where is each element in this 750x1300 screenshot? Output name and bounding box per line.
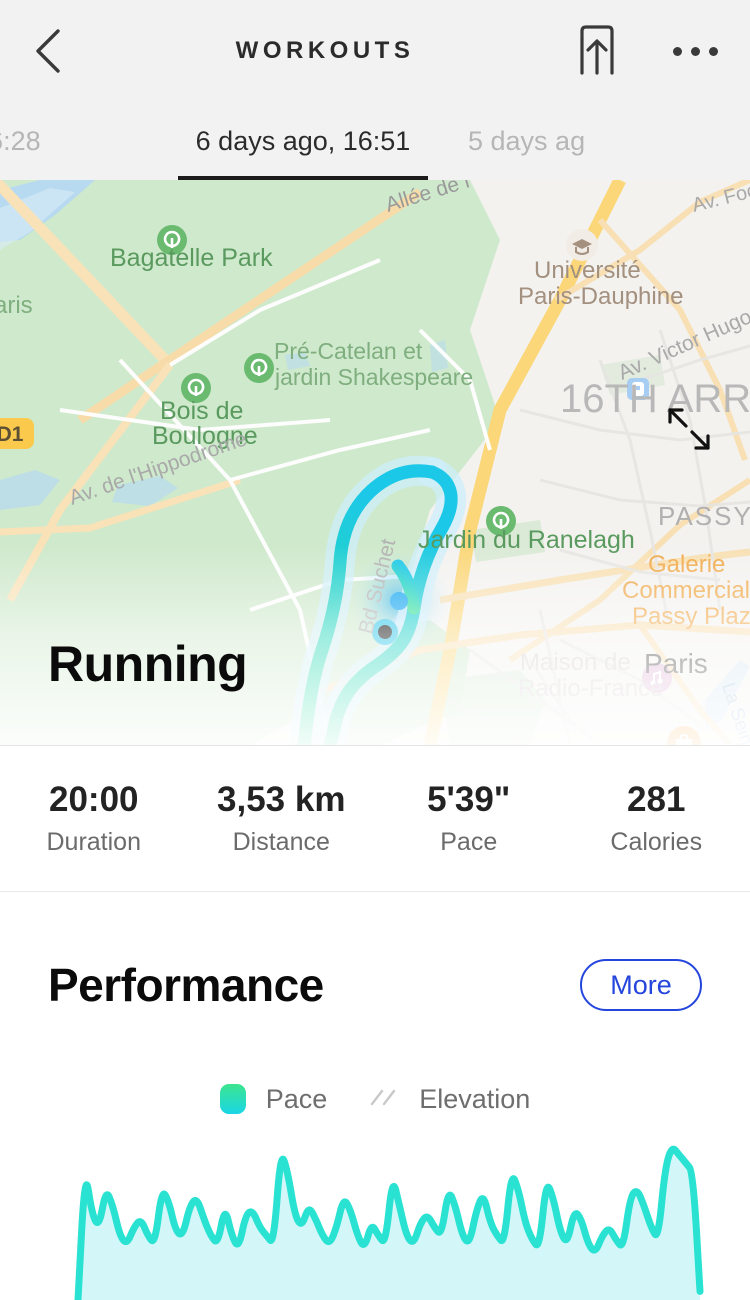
- legend-item-pace[interactable]: Pace: [219, 1083, 328, 1115]
- page-title: WORKOUTS: [235, 37, 415, 64]
- gps-marker-dot: [378, 625, 392, 639]
- workout-date-tabs: go, 16:28 6 days ago, 16:51 5 days ag: [0, 102, 750, 180]
- road-badge-d1: D1: [0, 418, 34, 449]
- map-label-radio-2: Radio-France: [518, 675, 663, 702]
- more-horizontal-icon: [690, 46, 700, 56]
- tab-previous-workout[interactable]: go, 16:28: [0, 102, 178, 180]
- map-label-galerie-1: Galerie: [648, 551, 725, 578]
- stat-label: Pace: [440, 828, 498, 857]
- map-label-paris: Paris: [644, 648, 708, 679]
- stat-value: 3,53 km: [217, 779, 346, 819]
- stat-duration: 20:00 Duration: [0, 780, 188, 857]
- map-label-precatelan-1: Pré-Catelan et: [274, 338, 423, 364]
- performance-chart[interactable]: [0, 1123, 750, 1300]
- share-up-icon: [580, 25, 614, 75]
- map-label-galerie-2: Commerciale: [622, 577, 750, 604]
- stat-pace: 5'39" Pace: [375, 780, 563, 857]
- more-button[interactable]: More: [580, 959, 702, 1011]
- gps-position-dot: [390, 592, 408, 610]
- back-button[interactable]: [0, 0, 96, 102]
- map-label-paris-park: aris: [0, 292, 33, 319]
- stat-value: 20:00: [48, 779, 139, 819]
- stat-value: 5'39": [427, 779, 511, 819]
- performance-header: Performance More: [0, 940, 750, 1030]
- more-horizontal-icon: [708, 46, 718, 56]
- pace-area-chart: [74, 1145, 704, 1300]
- stat-label: Calories: [610, 828, 703, 857]
- map-label-universite-1: Université: [534, 257, 641, 284]
- elevation-hatch-icon: [371, 1089, 396, 1106]
- expand-arrows-icon[interactable]: [662, 402, 716, 456]
- legend-label: Pace: [265, 1083, 328, 1114]
- pace-swatch-icon: [219, 1084, 246, 1114]
- map-label-bois-1: Bois de: [160, 397, 243, 425]
- workout-map[interactable]: D1 aris Bagatelle Park Bois de Boulogne …: [0, 180, 750, 745]
- chevron-left-icon: [36, 29, 60, 73]
- performance-title: Performance: [48, 959, 324, 1011]
- more-horizontal-icon: [672, 46, 682, 56]
- map-label-radio-1: Maison de: [520, 649, 631, 676]
- workout-stats-row: 20:00 Duration 3,53 km Distance 5'39" Pa…: [0, 745, 750, 892]
- share-button[interactable]: [554, 0, 640, 102]
- stat-calories: 281 Calories: [563, 780, 750, 857]
- chart-legend: Pace Elevation: [0, 1075, 750, 1123]
- map-label-arrondissement: 16TH ARR.: [560, 377, 750, 421]
- legend-label: Elevation: [419, 1083, 531, 1114]
- stat-value: 281: [627, 779, 686, 819]
- stat-distance: 3,53 km Distance: [188, 780, 376, 857]
- map-label-ranelagh: Jardin du Ranelagh: [418, 526, 635, 554]
- map-label-precatelan-2: jardin Shakespeare: [274, 364, 473, 390]
- activity-type-title: Running: [48, 636, 248, 692]
- tab-current-workout[interactable]: 6 days ago, 16:51: [178, 102, 428, 180]
- map-label-bagatelle: Bagatelle Park: [110, 244, 273, 272]
- navbar: WORKOUTS: [0, 0, 750, 102]
- tab-next-workout[interactable]: 5 days ag: [428, 102, 678, 180]
- svg-text:D1: D1: [0, 423, 24, 446]
- stat-label: Duration: [46, 828, 142, 857]
- map-label-universite-2: Paris-Dauphine: [518, 283, 683, 310]
- map-label-galerie-3: Passy Plaza: [632, 603, 750, 630]
- more-options-button[interactable]: [640, 0, 750, 102]
- stat-label: Distance: [232, 828, 330, 857]
- map-label-passy: PASSY: [658, 501, 750, 531]
- legend-item-elevation[interactable]: Elevation: [369, 1084, 530, 1115]
